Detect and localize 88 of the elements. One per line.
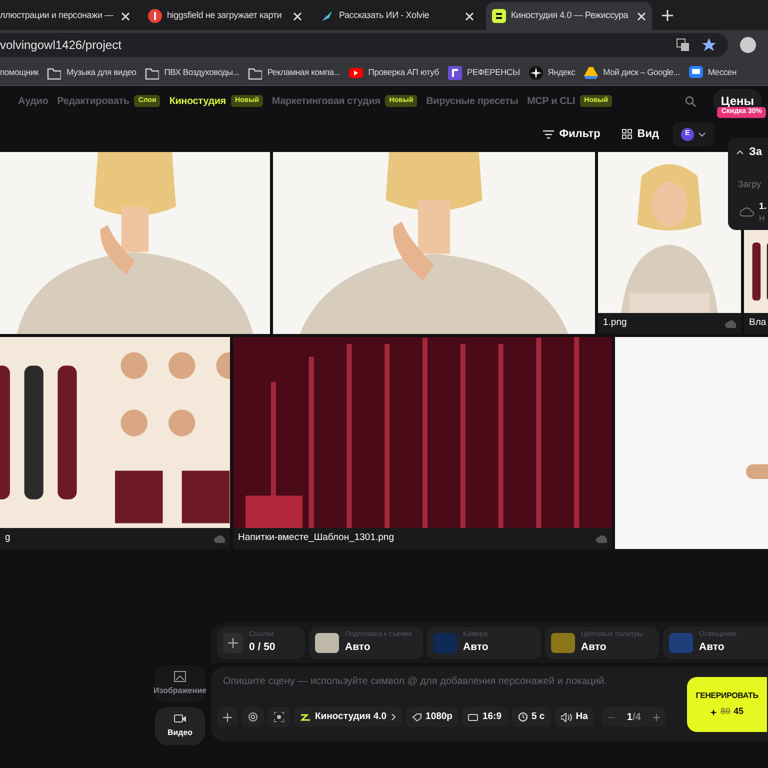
video-camera-icon [174, 713, 186, 724]
browser-tab[interactable]: Рассказать ИИ - Xolvie [314, 2, 480, 30]
browser-tab[interactable]: ллюстрации и персонажи — [0, 2, 136, 30]
bookmark[interactable]: Рекламная компа... [267, 66, 340, 79]
bookmark[interactable]: Мессен [708, 66, 736, 79]
speaker-icon [560, 712, 572, 722]
folder-icon[interactable] [47, 66, 62, 80]
cloud-icon [740, 207, 754, 218]
file-name: 1.png [603, 316, 628, 330]
cloud-icon [596, 534, 607, 542]
focus-icon [274, 712, 284, 722]
tab-title: higgsfield не загружает карти [167, 9, 283, 22]
search-icon[interactable] [684, 96, 696, 106]
browser-tab[interactable]: Киностудия 4.0 — Режиссура [486, 2, 652, 30]
plus-icon [223, 712, 232, 722]
folder-icon[interactable] [248, 66, 262, 80]
close-icon[interactable] [121, 12, 130, 20]
upload-file-name: 1. [759, 200, 767, 212]
square-icon[interactable] [448, 66, 462, 80]
cloud-icon [214, 534, 225, 542]
image-count: 1/4 [626, 710, 642, 724]
drive-icon[interactable] [584, 66, 598, 80]
address-field[interactable]: volvingowl1426/project [0, 33, 728, 57]
bookmark[interactable]: РЕФЕРЕНСЫ [466, 66, 520, 79]
thumbnail-icon [315, 633, 339, 653]
bookmark[interactable]: ПВХ Воздуховоды... [164, 66, 240, 79]
folder-icon[interactable] [145, 66, 160, 80]
resolution-selector[interactable]: 1080p [406, 707, 458, 727]
mention-button[interactable] [242, 707, 264, 727]
filter-icon [543, 130, 554, 138]
close-icon[interactable] [637, 12, 646, 20]
bookmark[interactable]: Мой диск – Google... [603, 66, 680, 79]
tag-icon [412, 712, 422, 722]
cloud-icon [725, 320, 736, 328]
generate-button[interactable]: ГЕНЕРИРОВАТЬ 80 45 [687, 677, 767, 732]
grid-icon [622, 129, 632, 139]
file-name: g [5, 531, 12, 546]
plus-icon[interactable] [652, 714, 660, 720]
thumbnail-icon [551, 633, 575, 653]
close-icon[interactable] [293, 12, 302, 20]
at-icon [248, 712, 258, 722]
tab-title: Рассказать ИИ - Xolvie [339, 9, 430, 22]
capture-button[interactable] [268, 707, 290, 727]
bookmark[interactable]: Музыка для видео [66, 66, 136, 79]
close-icon[interactable] [465, 12, 474, 20]
section-label: Загру [737, 178, 762, 191]
translate-icon[interactable] [676, 38, 690, 52]
filter-button[interactable]: Фильтр [535, 122, 608, 146]
bookmark[interactable]: помощник [0, 66, 38, 79]
new-tab-icon[interactable] [662, 10, 673, 20]
tab-icon [148, 9, 162, 23]
chevron-up-icon[interactable] [736, 150, 744, 154]
star-icon[interactable] [702, 38, 716, 52]
nav-link[interactable]: Киностудия [169, 94, 226, 108]
profile-icon[interactable] [740, 37, 756, 53]
browser-tab[interactable]: higgsfield не загружает карти [142, 2, 308, 30]
clock-icon [518, 712, 528, 722]
plus-icon [223, 633, 243, 653]
bookmark[interactable]: Проверка АП ютуб [368, 66, 439, 79]
view-button[interactable]: Вид [614, 122, 667, 146]
star-icon[interactable] [528, 66, 543, 80]
image-icon [174, 671, 186, 682]
tab-title: Киностудия 4.0 — Режиссура [511, 9, 630, 22]
sparkle-icon [710, 708, 718, 716]
tab-icon [320, 9, 334, 23]
tab-title: ллюстрации и персонажи — [0, 9, 114, 22]
duration-selector[interactable]: 5 с [512, 707, 551, 727]
file-name: Напитки-вместе_Шаблон_1301.png [238, 531, 395, 546]
chat-icon[interactable] [688, 66, 703, 80]
model-selector[interactable]: Киностудия 4.0 [294, 707, 402, 727]
add-button[interactable] [217, 707, 238, 727]
rectangle-icon [468, 714, 478, 720]
address-text: volvingowl1426/project [0, 37, 122, 54]
tab-icon [492, 9, 506, 23]
file-name: Вла [749, 316, 768, 330]
video-icon[interactable] [349, 66, 364, 80]
sound-toggle[interactable]: На [554, 707, 594, 727]
model-icon [300, 712, 311, 722]
chevron-down-icon[interactable] [698, 132, 706, 136]
panel-title: За [749, 144, 762, 160]
chevron-right-icon [390, 713, 396, 721]
bookmark[interactable]: Яндекс [548, 66, 576, 79]
thumbnail-icon [669, 633, 693, 653]
mode-button[interactable]: Видео [155, 707, 205, 745]
mode-button[interactable]: Изображение [155, 665, 205, 703]
aspect-selector[interactable]: 16:9 [462, 707, 508, 727]
upload-status: Н [759, 213, 766, 225]
thumbnail-icon [433, 633, 457, 653]
